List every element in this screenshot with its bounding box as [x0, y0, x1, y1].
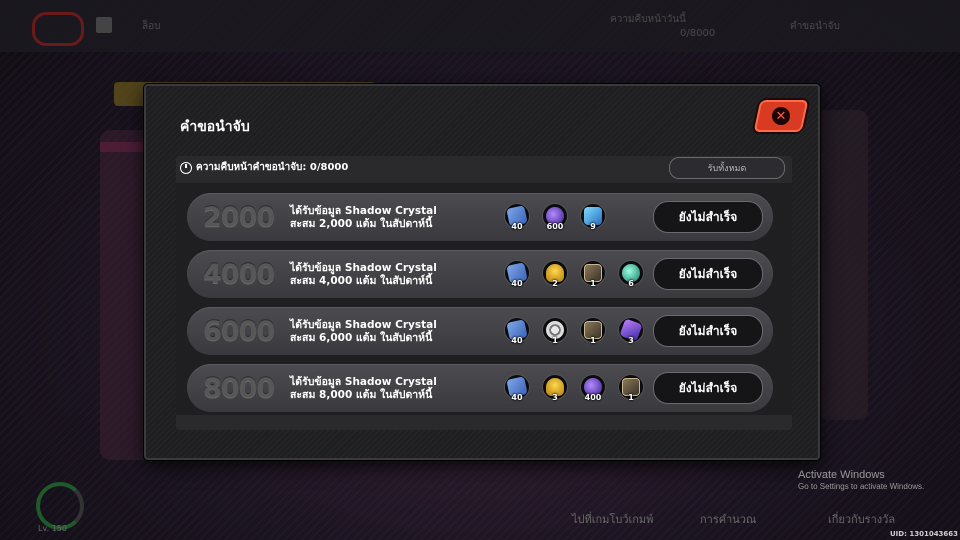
row-threshold: 6000: [203, 316, 275, 347]
row-description: ได้รับข้อมูล Shadow Crystal สะสม 2,000 แ…: [290, 205, 437, 231]
trophy-icon[interactable]: 2: [542, 260, 568, 288]
row-desc-line1: ได้รับข้อมูล Shadow Crystal: [290, 376, 437, 388]
row-description: ได้รับข้อมูล Shadow Crystal สะสม 8,000 แ…: [290, 376, 437, 402]
status-button[interactable]: ยังไม่สำเร็จ: [653, 201, 763, 233]
ticket-icon[interactable]: 40: [504, 317, 530, 345]
bg-top-right-label: คำขอนำจับ: [790, 21, 840, 32]
ticket-icon[interactable]: 40: [504, 203, 530, 231]
bg-top-left-label: ล็อบ: [142, 21, 161, 32]
row-threshold: 2000: [203, 202, 275, 233]
home-icon: [96, 17, 112, 33]
reward-row-8000: 8000 ได้รับข้อมูล Shadow Crystal สะสม 8,…: [187, 364, 773, 412]
blue-gem-icon[interactable]: 9: [580, 203, 606, 231]
reward-list[interactable]: 2000 ได้รับข้อมูล Shadow Crystal สะสม 2,…: [176, 183, 792, 415]
reward-qty: 1: [628, 393, 634, 402]
row-rewards: 40 2 1 6: [504, 260, 644, 288]
close-button[interactable]: ✕: [753, 100, 809, 132]
row-desc-line2: สะสม 4,000 แต้ม ในสัปดาห์นี้: [290, 275, 433, 287]
uid-label: UID: 1301043663: [890, 530, 959, 538]
bg-bottom-label-3: เกี่ยวกับรางวัล: [828, 513, 896, 526]
violet-crystal-icon[interactable]: 3: [618, 317, 644, 345]
purple-gem-icon[interactable]: 400: [580, 374, 606, 402]
bg-bottom-label-2: การคำนวณ: [700, 513, 757, 526]
dialog-body: ความคืบหน้าคำขอนำจับ: 0/8000 รับทั้งหมด …: [176, 156, 792, 430]
card-icon[interactable]: 1: [618, 374, 644, 402]
card-icon[interactable]: 1: [580, 317, 606, 345]
bg-top-center-line1: ความคืบหน้าวันนี้: [610, 14, 686, 25]
progress-label: ความคืบหน้าคำขอนำจับ: 0/8000: [196, 162, 349, 173]
row-desc-line2: สะสม 6,000 แต้ม ในสัปดาห์นี้: [290, 332, 433, 344]
reward-qty: 2: [552, 279, 558, 288]
reward-qty: 40: [511, 336, 523, 345]
bg-gauge-label: Lv. 150: [38, 524, 67, 533]
clock-icon: [180, 161, 192, 174]
reward-qty: 6: [628, 279, 634, 288]
row-desc-line1: ได้รับข้อมูล Shadow Crystal: [290, 205, 437, 217]
reward-qty: 1: [590, 336, 596, 345]
reward-qty: 600: [546, 222, 564, 231]
status-button[interactable]: ยังไม่สำเร็จ: [653, 315, 763, 347]
reward-qty: 1: [552, 336, 558, 345]
reward-qty: 3: [552, 393, 558, 402]
row-description: ได้รับข้อมูล Shadow Crystal สะสม 4,000 แ…: [290, 262, 437, 288]
card-icon[interactable]: 1: [580, 260, 606, 288]
row-threshold: 8000: [203, 373, 275, 404]
reward-qty: 40: [511, 279, 523, 288]
row-description: ได้รับข้อมูล Shadow Crystal สะสม 6,000 แ…: [290, 319, 437, 345]
reward-qty: 40: [511, 393, 523, 402]
reward-qty: 400: [584, 393, 602, 402]
bg-right-panel: [818, 110, 868, 420]
trophy-icon[interactable]: 3: [542, 374, 568, 402]
reward-row-2000: 2000 ได้รับข้อมูล Shadow Crystal สะสม 2,…: [187, 193, 773, 241]
reward-qty: 3: [628, 336, 634, 345]
reward-qty: 1: [590, 279, 596, 288]
close-icon: ✕: [772, 107, 790, 125]
windows-activation-watermark: Activate Windows Go to Settings to activ…: [798, 469, 924, 491]
reward-row-6000: 6000 ได้รับข้อมูล Shadow Crystal สะสม 6,…: [187, 307, 773, 355]
row-desc-line2: สะสม 2,000 แต้ม ในสัปดาห์นี้: [290, 218, 433, 230]
status-button[interactable]: ยังไม่สำเร็จ: [653, 372, 763, 404]
reward-qty: 40: [511, 222, 523, 231]
game-logo-icon: [32, 12, 84, 46]
dialog-title: คำขอนำจับ: [180, 119, 250, 135]
watermark-subtitle: Go to Settings to activate Windows.: [798, 482, 925, 491]
reward-row-4000: 4000 ได้รับข้อมูล Shadow Crystal สะสม 4,…: [187, 250, 773, 298]
bg-bottom-label-1: ไปที่เกมโบว์เกมพ์: [572, 513, 654, 526]
row-desc-line1: ได้รับข้อมูล Shadow Crystal: [290, 262, 437, 274]
row-desc-line1: ได้รับข้อมูล Shadow Crystal: [290, 319, 437, 331]
row-rewards: 40 600 9: [504, 203, 606, 231]
level-gauge-icon: [36, 482, 84, 530]
row-desc-line2: สะสม 8,000 แต้ม ในสัปดาห์นี้: [290, 389, 433, 401]
progress-indicator: ความคืบหน้าคำขอนำจับ: 0/8000: [180, 160, 348, 175]
bg-top-center-line2: 0/8000: [680, 28, 716, 39]
row-rewards: 40 3 400 1: [504, 374, 644, 402]
purple-gem-icon[interactable]: 600: [542, 203, 568, 231]
bounty-request-dialog: คำขอนำจับ ✕ ความคืบหน้าคำขอนำจับ: 0/8000…: [144, 84, 820, 460]
ticket-icon[interactable]: 40: [504, 260, 530, 288]
watermark-title: Activate Windows: [798, 469, 885, 481]
reward-qty: 9: [590, 222, 596, 231]
row-threshold: 4000: [203, 259, 275, 290]
cyan-crystal-icon[interactable]: 6: [618, 260, 644, 288]
film-reel-icon[interactable]: 1: [542, 317, 568, 345]
claim-all-button[interactable]: รับทั้งหมด: [669, 157, 785, 179]
status-button[interactable]: ยังไม่สำเร็จ: [653, 258, 763, 290]
row-rewards: 40 1 1 3: [504, 317, 644, 345]
ticket-icon[interactable]: 40: [504, 374, 530, 402]
